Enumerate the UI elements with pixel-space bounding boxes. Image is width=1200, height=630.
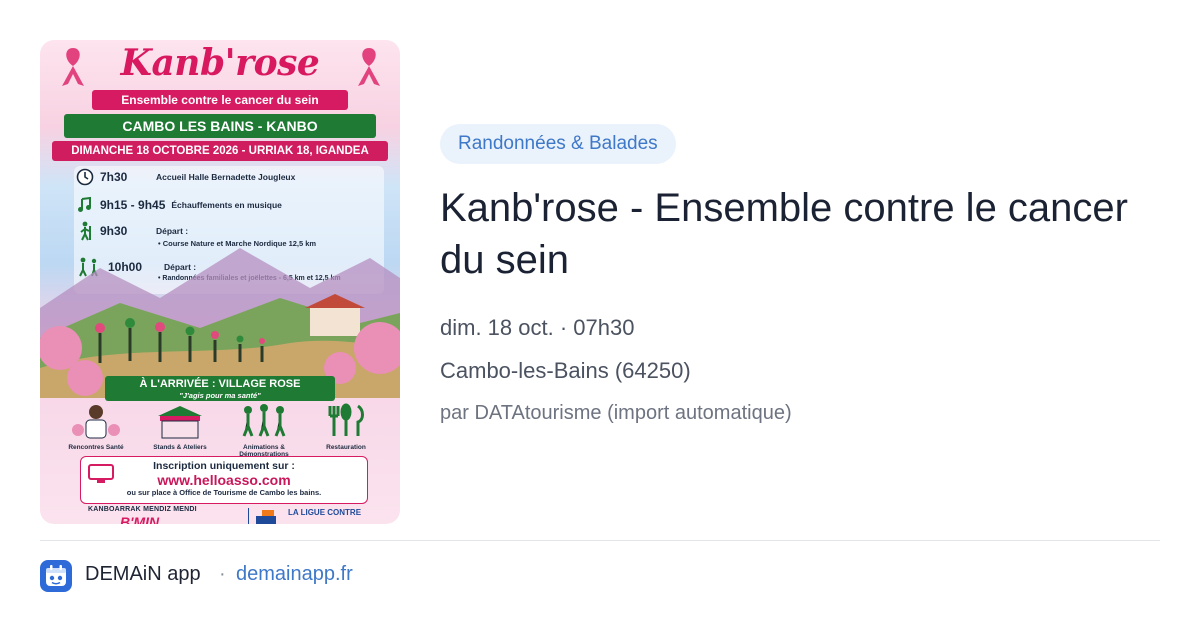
music-note-icon	[78, 196, 91, 212]
schedule-text: Échauffements en musique	[171, 200, 282, 210]
arrival-title: À L'ARRIVÉE : VILLAGE ROSE	[139, 378, 301, 390]
signup-alternative: ou sur place à Office de Tourisme de Cam…	[126, 488, 322, 497]
event-source: par DATAtourisme (import automatique)	[440, 402, 792, 424]
landscape-illustration	[40, 248, 400, 398]
signup-label: Inscription uniquement sur :	[153, 460, 295, 472]
schedule-row: 7h30 Accueil Halle Bernadette Jougleux	[76, 168, 295, 186]
footer-divider	[40, 540, 1160, 541]
poster-logo: Kanb'rose	[120, 42, 320, 84]
clock-icon	[76, 168, 94, 186]
category-badge[interactable]: Randonnées & Balades	[440, 124, 676, 164]
partner-right-text: LA LIGUE CONTRE	[288, 508, 362, 517]
computer-screen-icon	[88, 464, 114, 483]
event-date-time: dim. 18 oct. · 07h30	[440, 315, 635, 340]
schedule-text: Accueil Halle Bernadette Jougleux	[156, 172, 296, 182]
activity-item: Animations & Démonstrations	[224, 402, 304, 458]
cutlery-icon	[328, 403, 364, 436]
health-meeting-icon	[72, 405, 120, 439]
activity-item: Rencontres Santé	[56, 402, 136, 451]
event-poster-image[interactable]: Kanb'rose Ensemble contre le cancer du s…	[40, 40, 400, 524]
activity-label: Restauration	[326, 444, 366, 451]
poster-date: DIMANCHE 18 OCTOBRE 2026 - URRIAK 18, IG…	[52, 141, 388, 161]
signup-url: www.helloasso.com	[157, 472, 291, 488]
activity-item: Restauration	[306, 402, 386, 451]
schedule-time: 7h30	[100, 170, 128, 184]
poster-tagline: Ensemble contre le cancer du sein	[92, 90, 348, 110]
dancing-people-icon	[242, 404, 286, 437]
event-location: Cambo-les-Bains (64250)	[440, 358, 691, 383]
schedule-row: 9h15 - 9h45 Échauffements en musique	[76, 196, 282, 214]
event-title: Kanb'rose - Ensemble contre le cancer du…	[440, 186, 1128, 282]
demain-app-logo-icon	[40, 560, 72, 592]
arrival-subtitle: "J'agis pour ma santé"	[179, 391, 261, 400]
app-domain-link[interactable]: demainapp.fr	[236, 563, 353, 586]
signup-box: Inscription uniquement sur : www.helloas…	[80, 456, 368, 504]
activity-label: Stands & Ateliers	[153, 444, 207, 451]
footer-separator: ·	[219, 563, 226, 585]
ligue-contre-cancer-logo-icon	[248, 508, 276, 524]
market-stand-icon	[158, 406, 202, 439]
schedule-time: 9h15 - 9h45	[100, 198, 166, 212]
activity-item: Stands & Ateliers	[140, 402, 220, 451]
app-name: DEMAiN app	[85, 563, 201, 585]
activity-label: Rencontres Santé	[68, 444, 124, 451]
partner-left-text: KANBOARRAK MENDIZ MENDI	[88, 506, 197, 513]
arrival-banner: À L'ARRIVÉE : VILLAGE ROSE "J'agis pour …	[105, 376, 335, 401]
poster-location: CAMBO LES BAINS - KANBO	[64, 114, 376, 138]
partner-left-logo: B'MIN	[120, 514, 160, 524]
